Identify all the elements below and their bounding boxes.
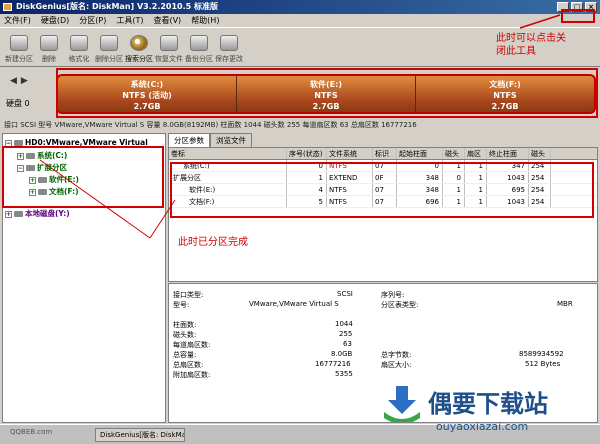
- arrow-to-tree: [39, 159, 151, 239]
- annotation-done: 此时已分区完成: [178, 237, 248, 248]
- site-watermark: 偶要下载站 ouyaoxiazai.com: [380, 380, 600, 440]
- annotation-arrows: [39, 14, 561, 239]
- annotation-close-hint: 此时可以点击关 闭此工具: [496, 32, 566, 58]
- watermark-url: ouyaoxiazai.com: [436, 420, 529, 433]
- close-hint-line-1: 此时可以点击关: [496, 33, 566, 44]
- arrow-to-table: [149, 199, 176, 239]
- download-logo-icon: [384, 386, 420, 422]
- watermark-title: 偶要下载站: [428, 390, 548, 418]
- arrow-to-close: [519, 14, 561, 29]
- close-hint-line-2: 闭此工具: [496, 46, 536, 57]
